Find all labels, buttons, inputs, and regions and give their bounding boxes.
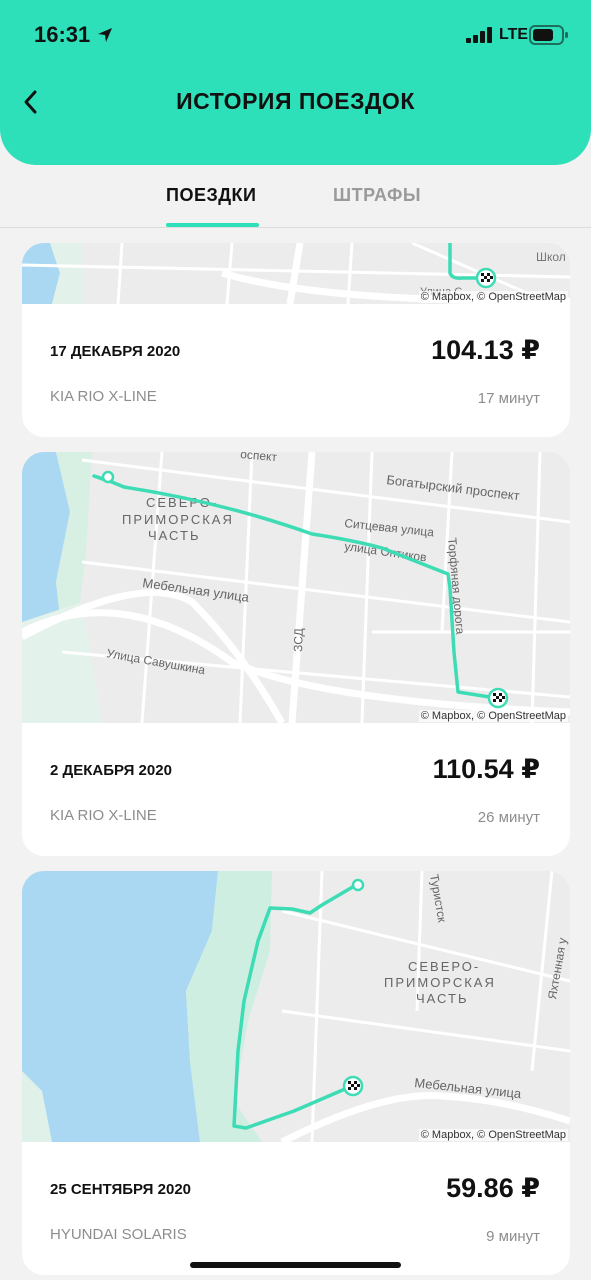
trip-duration: 9 минут <box>486 1228 540 1245</box>
map-attribution[interactable]: © Mapbox, © OpenStreetMap <box>418 1129 568 1141</box>
trip-car-model: KIA RIO X-LINE <box>50 388 157 405</box>
trip-price: 59.86 ₽ <box>446 1173 540 1203</box>
location-arrow-icon <box>98 28 112 42</box>
signal-icon <box>466 27 492 43</box>
start-point-icon <box>351 878 365 892</box>
trip-car-model: HYUNDAI SOLARIS <box>50 1226 187 1243</box>
map-label: ЗСД <box>291 628 306 652</box>
route-map: оспект Богатырский проспект СЕВЕРО- ПРИМ… <box>22 452 570 723</box>
page-title: ИСТОРИЯ ПОЕЗДОК <box>176 88 415 114</box>
map-canvas: Туристск Яхтенная у СЕВЕРО- ПРИМОРСКАЯ Ч… <box>22 871 570 1142</box>
home-indicator[interactable] <box>190 1262 401 1268</box>
trip-date: 17 ДЕКАБРЯ 2020 <box>50 343 181 360</box>
map-label: СЕВЕРО- <box>408 959 480 974</box>
tab-trips[interactable]: ПОЕЗДКИ <box>166 185 256 206</box>
map-attribution[interactable]: © Mapbox, © OpenStreetMap <box>418 710 568 722</box>
start-point-icon <box>101 470 115 484</box>
trip-price: 110.54 ₽ <box>432 754 540 784</box>
trip-duration: 26 минут <box>477 809 540 826</box>
trip-card[interactable]: Туристск Яхтенная у СЕВЕРО- ПРИМОРСКАЯ Ч… <box>22 871 570 1275</box>
map-canvas: оспект Богатырский проспект СЕВЕРО- ПРИМ… <box>22 452 570 723</box>
map-attribution[interactable]: © Mapbox, © OpenStreetMap <box>418 291 568 303</box>
battery-icon <box>529 25 568 45</box>
map-label: Школ <box>536 250 566 264</box>
trip-card[interactable]: Школ Улица С © Mapbox, © OpenStreetMap 1… <box>22 243 570 437</box>
active-tab-indicator <box>166 223 259 227</box>
network-label: LTE <box>499 26 529 43</box>
status-time: 16:31 <box>34 22 91 47</box>
map-label: ПРИМОРСКАЯ <box>122 512 234 527</box>
trip-duration: 17 минут <box>477 390 540 407</box>
trip-price: 104.13 ₽ <box>431 335 540 365</box>
trip-car-model: KIA RIO X-LINE <box>50 807 157 824</box>
trip-card[interactable]: оспект Богатырский проспект СЕВЕРО- ПРИМ… <box>22 452 570 856</box>
trip-date: 2 ДЕКАБРЯ 2020 <box>50 762 172 779</box>
map-label: ПРИМОРСКАЯ <box>384 975 496 990</box>
tab-fines[interactable]: ШТРАФЫ <box>333 185 421 206</box>
trip-date: 25 СЕНТЯБРЯ 2020 <box>50 1181 191 1198</box>
map-label: ЧАСТЬ <box>416 991 468 1006</box>
map-label: ЧАСТЬ <box>148 528 200 543</box>
app-header: 16:31 LTE ИСТОРИЯ ПОЕЗДОК <box>0 0 591 165</box>
route-map: Школ Улица С © Mapbox, © OpenStreetMap <box>22 243 570 304</box>
route-map: Туристск Яхтенная у СЕВЕРО- ПРИМОРСКАЯ Ч… <box>22 871 570 1142</box>
tab-bar: ПОЕЗДКИ ШТРАФЫ <box>0 165 591 228</box>
